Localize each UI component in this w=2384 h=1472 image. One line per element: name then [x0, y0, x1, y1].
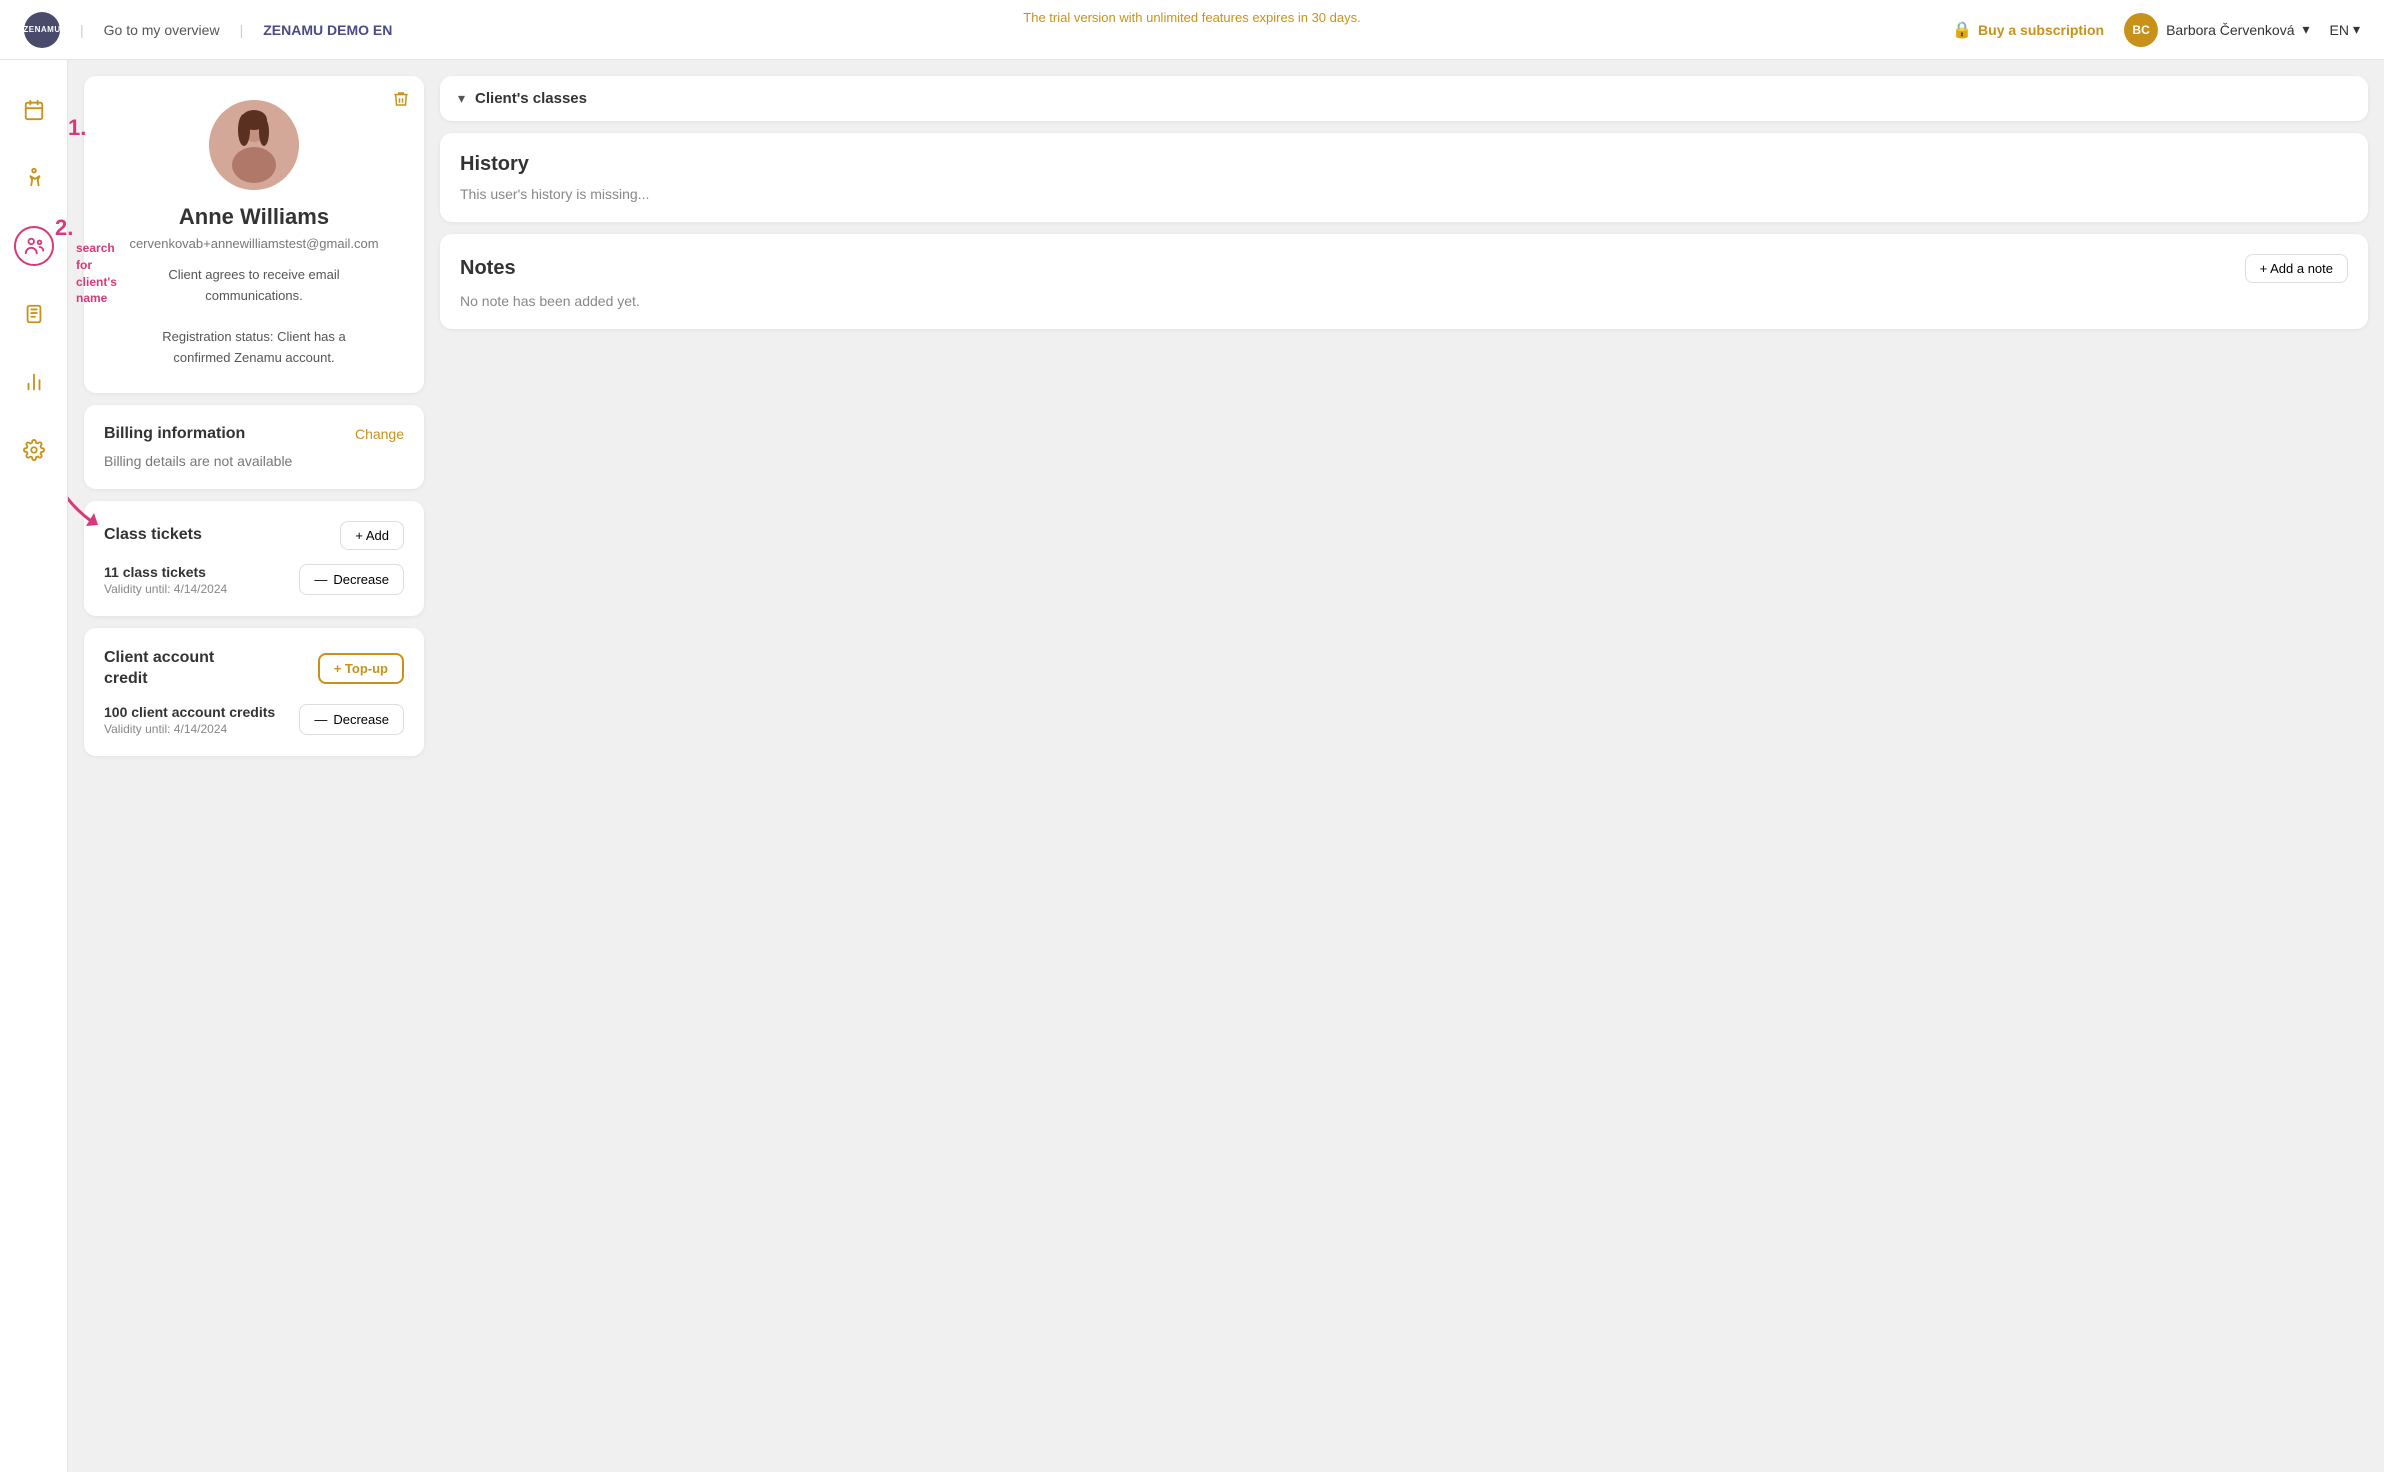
profile-card: Anne Williams cervenkovab+annewilliamste…: [84, 76, 424, 393]
decrease-credit-label: Decrease: [333, 712, 389, 727]
minus-icon2: —: [314, 712, 327, 727]
lang-label: EN: [2330, 22, 2349, 38]
logo: ZENAMU: [24, 12, 60, 48]
billing-title: Billing information: [104, 425, 245, 443]
client-credit-card: Client accountcredit + Top-up 100 client…: [84, 628, 424, 756]
step3-arrow: [68, 441, 106, 531]
tickets-header: Class tickets + Add: [104, 521, 404, 550]
logo-text: ZENAMU: [23, 25, 60, 34]
profile-email: cervenkovab+annewilliamstest@gmail.com: [104, 236, 404, 251]
delete-icon[interactable]: [392, 90, 410, 113]
topbar-divider2: |: [240, 22, 244, 38]
tickets-title: Class tickets: [104, 526, 202, 544]
ticket-row: 11 class tickets Validity until: 4/14/20…: [104, 564, 404, 596]
billing-wrapper: 3. Billing information Change Billing de…: [84, 405, 424, 489]
sidebar-item-yoga[interactable]: [14, 158, 54, 198]
chevron-down-icon: ▾: [458, 90, 465, 107]
buy-subscription-button[interactable]: 🔒 Buy a subscription: [1952, 20, 2104, 40]
avatar: BC: [2124, 13, 2158, 47]
credit-header: Client accountcredit + Top-up: [104, 648, 404, 690]
sidebar-item-clients[interactable]: [14, 226, 54, 266]
add-ticket-button[interactable]: + Add: [340, 521, 404, 550]
profile-name: Anne Williams: [104, 204, 404, 230]
class-tickets-card: Class tickets + Add 11 class tickets Val…: [84, 501, 424, 616]
profile-info: Client agrees to receive email communica…: [104, 265, 404, 369]
chevron-down-icon: ▾: [2302, 21, 2309, 38]
language-selector[interactable]: EN ▾: [2330, 21, 2360, 38]
billing-header: Billing information Change: [104, 425, 404, 443]
topbar: ZENAMU | Go to my overview | ZENAMU DEMO…: [0, 0, 2384, 60]
profile-info-line4: confirmed Zenamu account.: [173, 350, 334, 365]
decrease-credit-button[interactable]: — Decrease: [299, 704, 404, 735]
lock-icon: 🔒: [1952, 20, 1972, 40]
clients-classes-card: ▾ Client's classes: [440, 76, 2368, 121]
ticket-name: 11 class tickets: [104, 564, 227, 580]
decrease-ticket-button[interactable]: — Decrease: [299, 564, 404, 595]
credit-name: 100 client account credits: [104, 704, 275, 720]
credit-validity: Validity until: 4/14/2024: [104, 722, 275, 736]
left-column: Anne Williams cervenkovab+annewilliamste…: [84, 76, 424, 1456]
ticket-info: 11 class tickets Validity until: 4/14/20…: [104, 564, 227, 596]
credit-title: Client accountcredit: [104, 648, 214, 690]
classes-header[interactable]: ▾ Client's classes: [440, 76, 2368, 121]
user-menu[interactable]: BC Barbora Červenková ▾: [2124, 13, 2309, 47]
history-empty-text: This user's history is missing...: [460, 186, 2348, 202]
sidebar-item-chart[interactable]: [14, 362, 54, 402]
history-title: History: [460, 153, 2348, 176]
buy-subscription-label: Buy a subscription: [1978, 22, 2104, 38]
trial-notice: The trial version with unlimited feature…: [1023, 10, 1360, 25]
lang-chevron-icon: ▾: [2353, 21, 2360, 38]
profile-avatar: [209, 100, 299, 190]
notes-empty-text: No note has been added yet.: [460, 293, 2348, 309]
content-area: Anne Williams cervenkovab+annewilliamste…: [68, 60, 2384, 1472]
notes-card: Notes + Add a note No note has been adde…: [440, 234, 2368, 329]
profile-info-line3: Registration status: Client has a: [162, 329, 346, 344]
ticket-validity: Validity until: 4/14/2024: [104, 582, 227, 596]
credit-row: 100 client account credits Validity unti…: [104, 704, 404, 736]
sidebar: 1. 2. search forclient's name: [0, 60, 68, 1472]
main-layout: 1. 2. search forclient's name: [0, 60, 2384, 1472]
classes-title: Client's classes: [475, 90, 587, 107]
billing-change-button[interactable]: Change: [355, 426, 404, 442]
topup-button[interactable]: + Top-up: [318, 653, 404, 684]
sidebar-item-clipboard[interactable]: [14, 294, 54, 334]
profile-info-line1: Client agrees to receive email: [168, 267, 339, 282]
sidebar-item-settings[interactable]: [14, 430, 54, 470]
credit-info: 100 client account credits Validity unti…: [104, 704, 275, 736]
topbar-divider: |: [80, 22, 84, 38]
billing-card: Billing information Change Billing detai…: [84, 405, 424, 489]
profile-avatar-wrapper: [104, 100, 404, 190]
logo-icon: ZENAMU: [24, 12, 60, 48]
topbar-left: ZENAMU | Go to my overview | ZENAMU DEMO…: [24, 12, 392, 48]
sidebar-item-calendar[interactable]: [14, 90, 54, 130]
notes-title: Notes: [460, 257, 516, 280]
add-note-button[interactable]: + Add a note: [2245, 254, 2348, 283]
topbar-right: 🔒 Buy a subscription BC Barbora Červenko…: [1952, 13, 2360, 47]
minus-icon: —: [314, 572, 327, 587]
demo-label: ZENAMU DEMO EN: [263, 22, 392, 38]
notes-header: Notes + Add a note: [460, 254, 2348, 283]
profile-info-line2: communications.: [205, 288, 303, 303]
decrease-label: Decrease: [333, 572, 389, 587]
billing-empty-text: Billing details are not available: [104, 453, 404, 469]
right-column: ▾ Client's classes History This user's h…: [440, 76, 2368, 1456]
user-name-label: Barbora Červenková: [2166, 22, 2294, 38]
go-overview-link[interactable]: Go to my overview: [104, 22, 220, 38]
history-card: History This user's history is missing..…: [440, 133, 2368, 222]
